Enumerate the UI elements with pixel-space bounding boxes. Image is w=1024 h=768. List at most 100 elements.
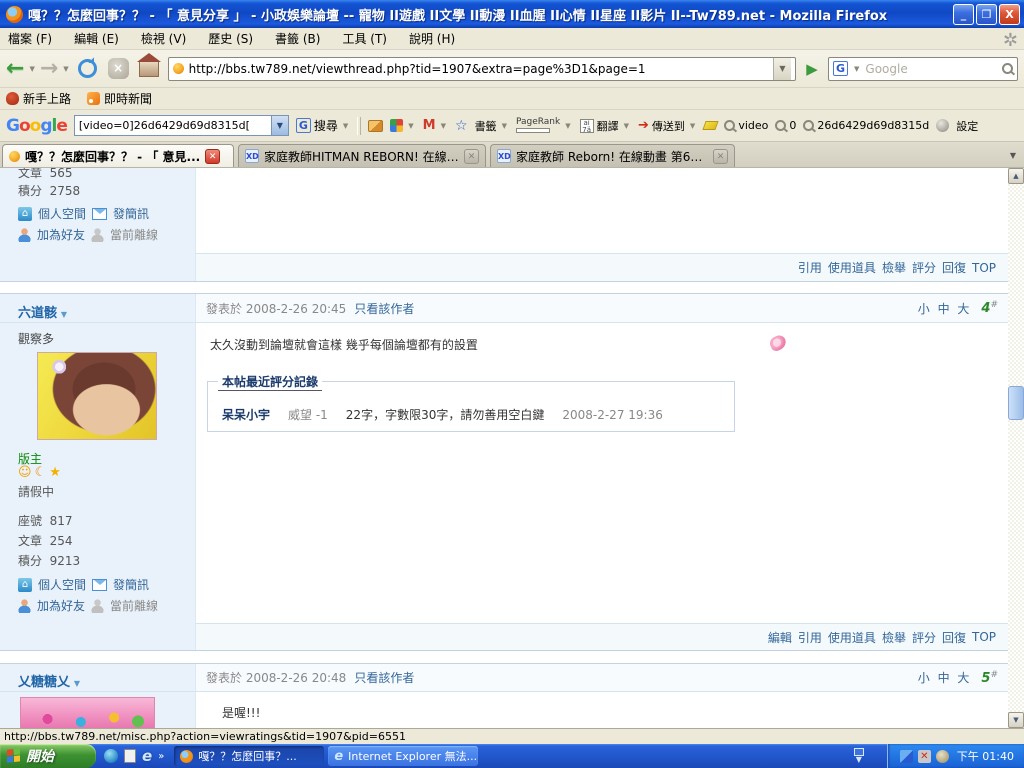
search-button-label[interactable]: 搜尋 xyxy=(314,117,338,134)
clock[interactable]: 下午 01:40 xyxy=(957,748,1014,764)
author-name[interactable]: 乂糖糖乂 xyxy=(18,675,70,690)
query-dropdown-icon[interactable]: ▼ xyxy=(271,116,288,135)
quicklaunch-overflow-icon[interactable]: » xyxy=(158,751,164,762)
add-friend-link[interactable]: 加為好友 xyxy=(37,226,85,243)
find-word-3[interactable]: 26d6429d69d8315d xyxy=(803,119,929,132)
only-author-link[interactable]: 只看該作者 xyxy=(354,300,414,317)
gmail-dropdown-icon[interactable]: ▼ xyxy=(441,122,446,130)
reply-link[interactable]: 回復 xyxy=(942,629,966,646)
menu-history[interactable]: 歷史 (S) xyxy=(208,30,253,47)
home-button[interactable] xyxy=(139,61,159,77)
top-link[interactable]: TOP xyxy=(972,261,996,275)
sendto-button[interactable]: ➔ 傳送到 ▼ xyxy=(638,118,697,134)
author-name[interactable]: 六道骸 xyxy=(18,306,57,321)
menu-bookmarks[interactable]: 書籤 (B) xyxy=(275,30,320,47)
highlighter-icon[interactable] xyxy=(703,121,719,130)
task-ie[interactable]: e Internet Explorer 無法... xyxy=(328,746,478,766)
profile-link[interactable]: 個人空間 xyxy=(38,576,86,593)
find-word-2[interactable]: 0 xyxy=(775,119,796,132)
rating-user[interactable]: 呆呆小宇 xyxy=(222,406,270,423)
google-query-text[interactable]: [video=0]26d6429d69d8315d[ xyxy=(75,119,271,132)
apps-button[interactable]: ▼ xyxy=(390,119,415,132)
only-author-link[interactable]: 只看該作者 xyxy=(354,669,414,686)
pagerank-dropdown-icon[interactable]: ▼ xyxy=(565,122,570,130)
menu-file[interactable]: 檔案 (F) xyxy=(8,30,52,47)
search-dropdown-icon[interactable]: ▼ xyxy=(343,122,348,130)
address-bar[interactable]: http://bbs.tw789.net/viewthread.php?tid=… xyxy=(168,57,796,81)
restore-button[interactable]: ❐ xyxy=(976,4,997,25)
scrollbar-thumb[interactable] xyxy=(1008,386,1024,420)
go-button[interactable]: ▶ xyxy=(799,57,825,81)
pagerank-button[interactable]: PageRank ▼ xyxy=(516,118,573,133)
google-search-button[interactable]: G 搜尋 ▼ xyxy=(296,117,350,134)
author-dropdown-icon[interactable]: ▼ xyxy=(61,310,67,319)
reload-button[interactable] xyxy=(78,59,97,78)
tab-label[interactable]: 家庭教師HITMAN REBORN! 在線動... xyxy=(264,148,459,165)
task-label[interactable]: Internet Explorer 無法... xyxy=(348,748,477,764)
tray-volume-icon[interactable] xyxy=(936,750,949,763)
report-link[interactable]: 檢舉 xyxy=(882,629,906,646)
add-friend-link[interactable]: 加為好友 xyxy=(37,597,85,614)
photos-icon[interactable] xyxy=(368,120,383,132)
quote-link[interactable]: 引用 xyxy=(798,629,822,646)
tab-label[interactable]: 嘎？？怎麼回事？？ - 「 意見... xyxy=(25,148,200,165)
profile-link[interactable]: 個人空間 xyxy=(38,205,86,222)
back-button[interactable]: ← xyxy=(6,54,24,84)
report-link[interactable]: 檢舉 xyxy=(882,259,906,276)
close-button[interactable]: X xyxy=(999,4,1020,25)
url-history-dropdown[interactable]: ▼ xyxy=(773,58,791,80)
engine-dropdown-icon[interactable]: ▼ xyxy=(854,65,859,73)
flower-rate-icon[interactable] xyxy=(768,333,788,352)
toolbar-dropdown-icon[interactable]: ▼ xyxy=(856,756,862,765)
taskbar-toolbar-handle[interactable]: ▼ xyxy=(839,744,879,768)
tab-3[interactable]: XD 家庭教師 Reborn! 在線動畫 第66話 -... ✕ xyxy=(490,144,735,167)
pm-link[interactable]: 發簡訊 xyxy=(113,576,149,593)
props-link[interactable]: 使用道具 xyxy=(828,629,876,646)
tab-close-icon[interactable]: ✕ xyxy=(205,149,220,164)
translate-button[interactable]: aí7ä 翻譯 ▼ xyxy=(580,118,631,134)
document-icon[interactable] xyxy=(124,749,136,763)
gmail-button[interactable]: M ▼ xyxy=(423,118,448,133)
stop-button[interactable]: × xyxy=(108,58,129,79)
back-dropdown-icon[interactable]: ▼ xyxy=(29,65,34,73)
pm-link[interactable]: 發簡訊 xyxy=(113,205,149,222)
reply-link[interactable]: 回復 xyxy=(942,259,966,276)
search-bar[interactable]: G ▼ Google xyxy=(828,57,1018,81)
bookmark-latest-news[interactable]: 即時新聞 xyxy=(87,90,152,107)
scroll-down-icon[interactable]: ▼ xyxy=(1008,712,1024,728)
menu-view[interactable]: 檢視 (V) xyxy=(141,30,186,47)
menu-tools[interactable]: 工具 (T) xyxy=(342,30,387,47)
bookmark-getting-started[interactable]: 新手上路 xyxy=(6,90,71,107)
vertical-scrollbar[interactable]: ▲ ▼ xyxy=(1008,168,1024,728)
globe-icon[interactable] xyxy=(104,749,118,763)
scroll-up-icon[interactable]: ▲ xyxy=(1008,168,1024,184)
top-link[interactable]: TOP xyxy=(972,630,996,644)
bookmark-label[interactable]: 新手上路 xyxy=(23,90,71,107)
rate-link[interactable]: 評分 xyxy=(912,629,936,646)
start-label[interactable]: 開始 xyxy=(26,746,54,766)
translate-label[interactable]: 翻譯 xyxy=(597,118,619,134)
start-button[interactable]: 開始 xyxy=(0,744,96,768)
ie-quicklaunch-icon[interactable]: e xyxy=(142,747,152,765)
google-engine-icon[interactable]: G xyxy=(833,61,848,76)
gbookmarks-dropdown-icon[interactable]: ▼ xyxy=(502,122,507,130)
search-placeholder[interactable]: Google xyxy=(865,62,998,76)
bookmark-star-icon[interactable]: ☆ xyxy=(455,118,468,134)
sendto-dropdown-icon[interactable]: ▼ xyxy=(690,122,695,130)
url-text[interactable]: http://bbs.tw789.net/viewthread.php?tid=… xyxy=(189,62,768,76)
tray-theme-icon[interactable] xyxy=(900,750,913,763)
find-word-label[interactable]: video xyxy=(738,119,768,132)
tab-overflow-dropdown[interactable]: ▼ xyxy=(1004,151,1022,160)
task-firefox[interactable]: 嘎？？怎麼回事？... xyxy=(174,746,324,766)
translate-dropdown-icon[interactable]: ▼ xyxy=(624,122,629,130)
find-word-label[interactable]: 26d6429d69d8315d xyxy=(817,119,929,132)
apps-dropdown-icon[interactable]: ▼ xyxy=(408,122,413,130)
tab-label[interactable]: 家庭教師 Reborn! 在線動畫 第66話 -... xyxy=(516,148,708,165)
find-word-1[interactable]: video xyxy=(724,119,768,132)
author-dropdown-icon[interactable]: ▼ xyxy=(74,679,80,688)
search-icon[interactable] xyxy=(1002,63,1013,74)
settings-label[interactable]: 設定 xyxy=(956,118,978,134)
task-label[interactable]: 嘎？？怎麼回事？... xyxy=(198,748,297,764)
minimize-button[interactable]: _ xyxy=(953,4,974,25)
gbookmarks-label[interactable]: 書籤 xyxy=(475,118,497,134)
